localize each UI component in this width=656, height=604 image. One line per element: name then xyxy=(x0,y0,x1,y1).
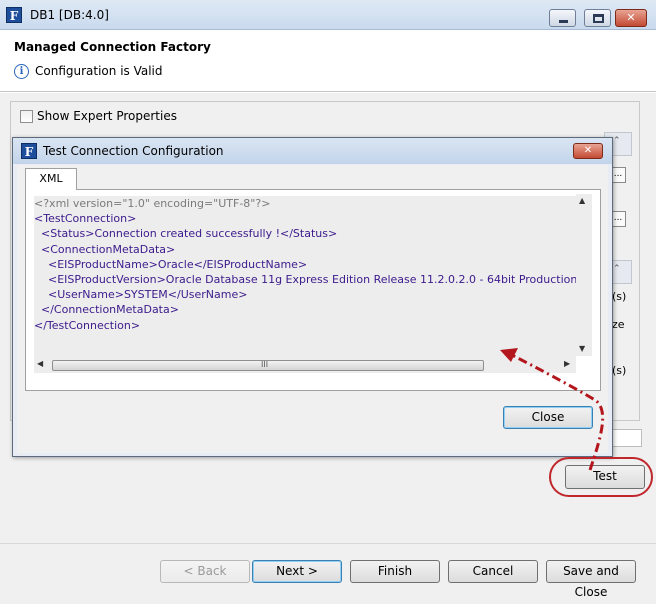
xml-tab-panel: <?xml version="1.0" encoding="UTF-8"?> <T… xyxy=(25,189,601,391)
close-icon: ✕ xyxy=(626,11,636,24)
xml-line: <ConnectionMetaData> xyxy=(34,242,176,256)
test-button[interactable]: Test xyxy=(565,465,645,489)
wizard-header: Managed Connection Factory i Configurati… xyxy=(0,30,656,92)
maximize-button[interactable] xyxy=(584,9,611,27)
xml-line: <Status>Connection created successfully … xyxy=(34,227,338,241)
finish-button-label: Finish xyxy=(377,564,413,578)
save-and-close-label: Save and Close xyxy=(563,564,619,599)
app-icon: F xyxy=(6,7,22,23)
dialog-titlebar[interactable]: F Test Connection Configuration ✕ xyxy=(13,138,612,164)
dialog-body: XML <?xml version="1.0" encoding="UTF-8"… xyxy=(17,165,608,453)
validation-status: Configuration is Valid xyxy=(35,64,163,78)
dialog-title: Test Connection Configuration xyxy=(43,144,224,158)
horizontal-scrollbar[interactable]: ◀ III ▶ xyxy=(34,358,576,373)
xml-output[interactable]: <?xml version="1.0" encoding="UTF-8"?> <T… xyxy=(34,196,576,358)
info-icon: i xyxy=(14,64,29,79)
chevron-up-icon: ⌃ xyxy=(613,136,621,146)
minimize-button[interactable] xyxy=(549,9,576,27)
finish-button[interactable]: Finish xyxy=(350,560,440,583)
property-fragment: ze xyxy=(612,318,625,331)
xml-line: <EISProductName>Oracle</EISProductName> xyxy=(34,257,308,271)
xml-line: <UserName>SYSTEM</UserName> xyxy=(34,288,248,302)
save-and-close-button[interactable]: Save and Close xyxy=(546,560,636,599)
xml-line: <TestConnection> xyxy=(34,212,137,226)
scroll-up-icon[interactable]: ▲ xyxy=(579,196,585,205)
cancel-button[interactable]: Cancel xyxy=(448,560,538,583)
wizard-footer: < Back Next > Finish Cancel Save and Clo… xyxy=(0,543,656,604)
window-title: DB1 [DB:4.0] xyxy=(30,8,109,22)
scroll-down-icon[interactable]: ▼ xyxy=(579,344,585,353)
chevron-up-icon: ⌃ xyxy=(613,264,621,274)
dialog-close-action-button[interactable]: Close xyxy=(503,406,593,429)
scrollbar-thumb[interactable]: III xyxy=(52,360,484,371)
next-button-label: Next > xyxy=(276,564,318,578)
show-expert-checkbox[interactable] xyxy=(20,110,33,123)
scroll-right-icon[interactable]: ▶ xyxy=(564,359,570,368)
back-button[interactable]: < Back xyxy=(160,560,250,583)
xml-line: <EISProductVersion>Oracle Database 11g E… xyxy=(34,273,576,287)
page-title: Managed Connection Factory xyxy=(14,40,211,54)
cancel-button-label: Cancel xyxy=(472,564,514,578)
xml-line: <?xml version="1.0" encoding="UTF-8"?> xyxy=(34,197,271,210)
app-icon: F xyxy=(21,143,37,159)
dialog-close-button[interactable]: ✕ xyxy=(573,143,603,159)
minimize-icon xyxy=(559,20,568,23)
property-fragment: (s) xyxy=(612,290,627,303)
maximize-icon xyxy=(593,14,604,23)
tab-xml[interactable]: XML xyxy=(25,168,77,190)
scroll-grip: III xyxy=(261,360,269,369)
window-titlebar[interactable]: F DB1 [DB:4.0] ✕ xyxy=(0,0,656,30)
scroll-left-icon[interactable]: ◀ xyxy=(37,359,43,368)
next-button[interactable]: Next > xyxy=(252,560,342,583)
vertical-scrollbar[interactable]: ▲ ▼ xyxy=(576,194,592,356)
back-button-label: < Back xyxy=(183,564,227,578)
close-icon: ✕ xyxy=(583,145,593,156)
test-connection-dialog: F Test Connection Configuration ✕ XML <?… xyxy=(12,137,613,457)
xml-line: </TestConnection> xyxy=(34,318,141,332)
xml-line: </ConnectionMetaData> xyxy=(34,303,179,317)
show-expert-label: Show Expert Properties xyxy=(37,109,177,123)
close-window-button[interactable]: ✕ xyxy=(615,9,647,27)
property-fragment: (s) xyxy=(612,364,627,377)
